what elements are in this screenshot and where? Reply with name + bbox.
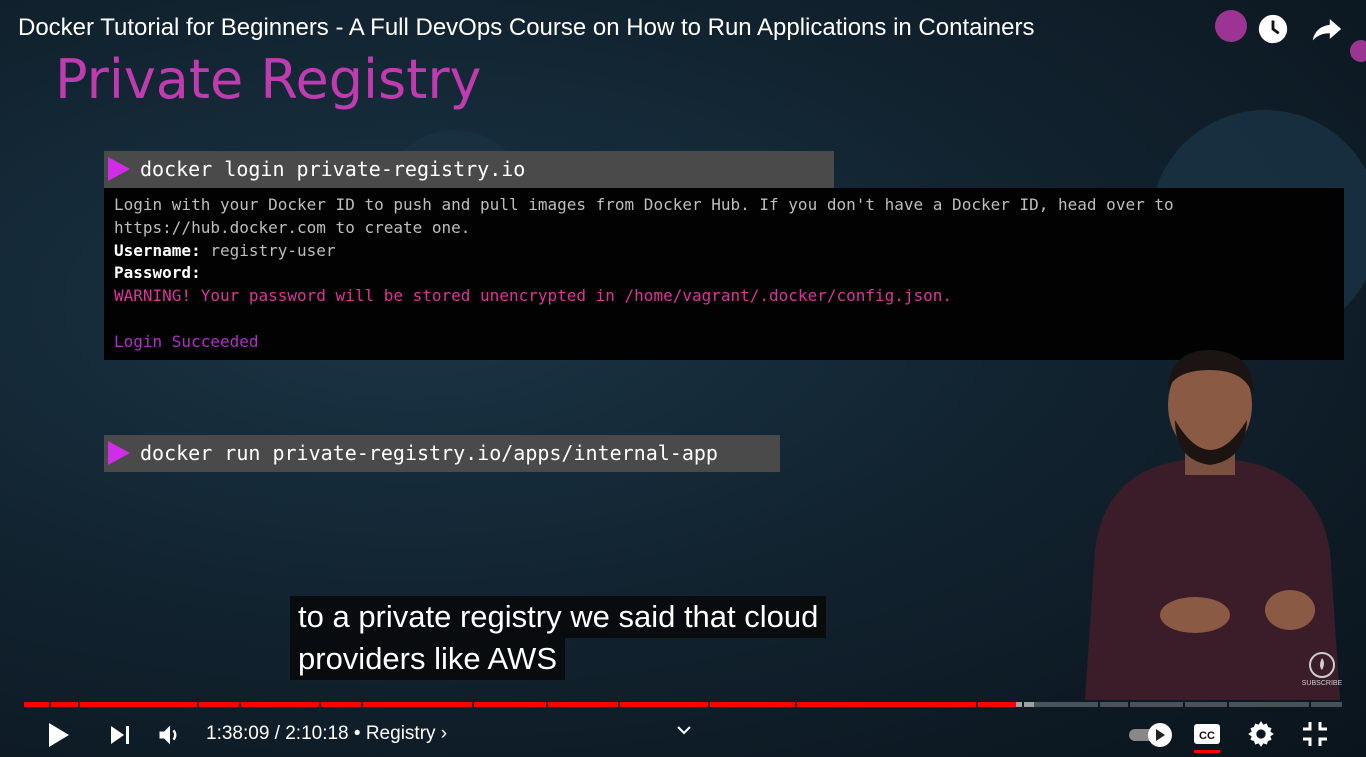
freecodecamp-logo-icon	[1309, 652, 1335, 678]
chapter-divider	[238, 702, 241, 707]
chapter-divider	[1098, 702, 1101, 707]
caption-line: to a private registry we said that cloud	[290, 596, 827, 638]
chapter-divider	[795, 702, 798, 707]
exit-fullscreen-icon[interactable]	[1301, 720, 1329, 748]
subscribe-watermark[interactable]: SUBSCRIBE	[1301, 652, 1343, 687]
prompt-icon	[108, 157, 130, 181]
progress-bar[interactable]	[24, 702, 1342, 707]
play-icon[interactable]	[46, 721, 72, 749]
chapter-divider	[319, 702, 322, 707]
volume-icon[interactable]	[156, 721, 184, 749]
next-icon[interactable]	[108, 723, 132, 747]
username-label: Username:	[114, 240, 201, 260]
chapter-divider	[78, 702, 81, 707]
terminal-output: Login with your Docker ID to push and pu…	[104, 188, 1344, 360]
chapter-divider	[975, 702, 978, 707]
prompt-icon	[108, 441, 130, 465]
chapter-divider	[49, 702, 52, 707]
share-icon[interactable]	[1310, 12, 1344, 46]
chapter-divider	[1021, 702, 1024, 707]
video-title[interactable]: Docker Tutorial for Beginners - A Full D…	[18, 14, 1034, 42]
chapter-divider	[545, 702, 548, 707]
chapter-divider	[1309, 702, 1312, 707]
watch-later-icon[interactable]	[1256, 12, 1290, 46]
chapter-divider	[708, 702, 711, 707]
played-bar	[24, 702, 1017, 707]
slide-title: Private Registry	[55, 48, 482, 111]
chapter-divider	[361, 702, 364, 707]
autoplay-toggle[interactable]	[1128, 722, 1174, 748]
chapter-divider	[1182, 702, 1185, 707]
chapter-divider	[1227, 702, 1230, 707]
username-value: registry-user	[200, 240, 336, 260]
subscribe-label: SUBSCRIBE	[1301, 680, 1343, 687]
time-display: 1:38:09 / 2:10:18 • Registry ›	[206, 718, 447, 750]
chapter-divider	[618, 702, 621, 707]
command-login: docker login private-registry.io	[104, 151, 834, 188]
svg-text:CC: CC	[1199, 730, 1215, 742]
password-label: Password:	[114, 263, 201, 283]
chapter-divider	[472, 702, 475, 707]
command-text: docker run private-registry.io/apps/inte…	[140, 441, 718, 465]
caption-line: providers like AWS	[290, 638, 565, 680]
terminal-line: Login with your Docker ID to push and pu…	[114, 195, 1174, 214]
chapter-divider	[1128, 702, 1131, 707]
command-text: docker login private-registry.io	[140, 157, 526, 181]
command-run: docker run private-registry.io/apps/inte…	[104, 435, 780, 472]
terminal-line: https://hub.docker.com to create one.	[114, 217, 471, 237]
presenter-image	[1085, 350, 1340, 700]
chapter-button[interactable]: • Registry ›	[354, 723, 447, 745]
success-line: Login Succeeded	[114, 331, 259, 351]
settings-icon[interactable]	[1247, 720, 1275, 748]
captions-icon[interactable]: CC	[1192, 721, 1222, 755]
warning-line: WARNING! Your password will be stored un…	[114, 286, 953, 306]
time-text: 1:38:09 / 2:10:18	[206, 723, 349, 744]
captions: to a private registry we said that cloud…	[290, 596, 827, 680]
chapter-divider	[196, 702, 199, 707]
chevron-down-icon[interactable]	[676, 724, 692, 736]
